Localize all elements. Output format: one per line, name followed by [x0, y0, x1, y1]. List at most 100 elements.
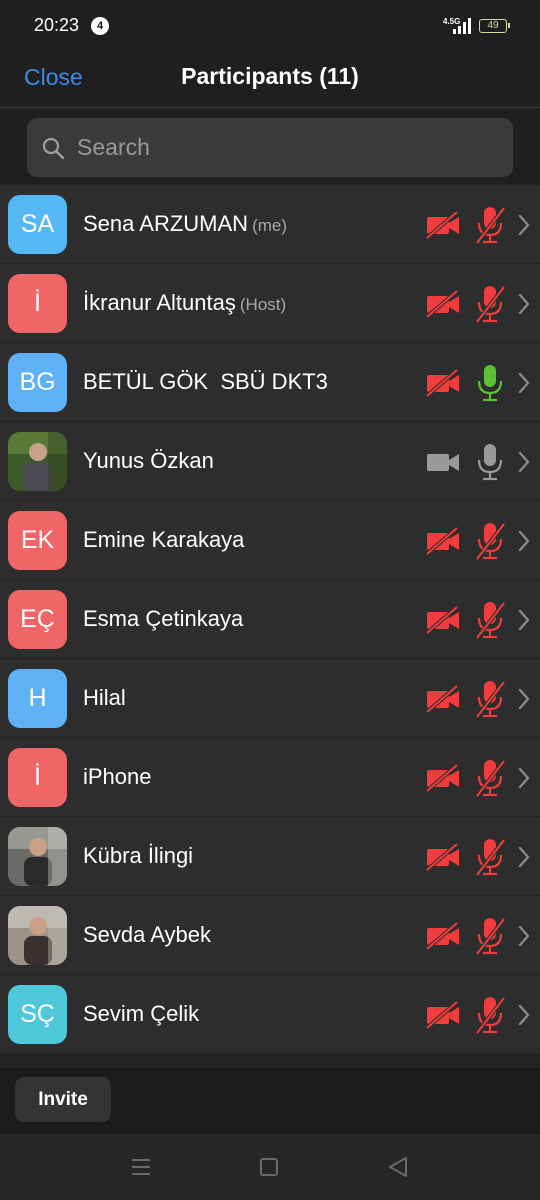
battery-icon: 49 [479, 19, 510, 33]
mic-off-icon[interactable] [474, 916, 506, 956]
participant-name: Kübra İlingi [83, 843, 193, 869]
participant-row[interactable]: İiPhone [0, 738, 540, 817]
recent-apps-icon[interactable] [131, 1158, 151, 1176]
video-off-icon[interactable] [425, 842, 461, 872]
status-time: 20:23 [34, 15, 80, 35]
video-off-icon[interactable] [425, 526, 461, 556]
participant-row[interactable]: EÇ Esma Çetinkaya [0, 580, 540, 659]
participant-name-text: Kübra İlingi [83, 843, 194, 868]
mic-off-icon[interactable] [474, 995, 506, 1035]
video-off-icon[interactable] [425, 605, 461, 635]
avatar-photo [8, 906, 67, 965]
participant-row[interactable]: EK Emine Karakaya [0, 501, 540, 580]
search-section [0, 108, 540, 184]
chevron-right-icon[interactable] [517, 845, 531, 869]
video-off-icon[interactable] [425, 210, 461, 240]
page-title: Participants (11) [181, 63, 359, 89]
chevron-right-icon[interactable] [517, 213, 531, 237]
avatar-photo [8, 827, 67, 886]
avatar: İ [8, 748, 67, 807]
search-box[interactable] [27, 118, 513, 177]
chevron-right-icon[interactable] [517, 450, 531, 474]
mic-off-icon[interactable] [474, 600, 506, 640]
participant-row[interactable]: Yunus Özkan [0, 422, 540, 501]
video-icon[interactable] [425, 447, 461, 477]
participant-role-tag: (me) [252, 216, 288, 235]
avatar: EK [8, 511, 67, 570]
invite-button[interactable]: Invite [15, 1077, 111, 1122]
footer: Invite [0, 1068, 540, 1134]
participant-name: Sevim Çelik [83, 1001, 199, 1027]
participant-name-text: Sevda Aybek [83, 922, 212, 947]
participant-name: Emine Karakaya [83, 527, 244, 553]
participant-name-text: İkranur Altuntaş [83, 290, 236, 315]
participant-name-text: Esma Çetinkaya [83, 606, 244, 631]
mic-icon[interactable] [474, 363, 506, 403]
participant-name-text: BETÜL GÖK SBÜ DKT3 [83, 369, 328, 394]
mic-off-icon[interactable] [474, 521, 506, 561]
participant-name: Sena ARZUMAN (me) [83, 211, 287, 237]
mic-off-icon[interactable] [474, 679, 506, 719]
video-off-icon[interactable] [425, 368, 461, 398]
system-nav-bar [0, 1134, 540, 1200]
participant-row[interactable]: İ İkranur Altuntaş (Host) [0, 264, 540, 343]
participant-row[interactable]: SÇ Sevim Çelik [0, 975, 540, 1054]
participant-name: Yunus Özkan [83, 448, 214, 474]
participant-name: BETÜL GÖK SBÜ DKT3 [83, 369, 328, 395]
home-icon[interactable] [260, 1158, 278, 1176]
participant-name-text: Sevim Çelik [83, 1001, 200, 1026]
participant-name: iPhone [83, 764, 152, 790]
mic-icon[interactable] [474, 442, 506, 482]
participant-name: Esma Çetinkaya [83, 606, 243, 632]
participant-name-text: Hilal [83, 685, 126, 710]
mic-off-icon[interactable] [474, 284, 506, 324]
chevron-right-icon[interactable] [517, 766, 531, 790]
status-bar: 20:23 4 4.5G 49 [0, 0, 540, 52]
back-icon[interactable] [387, 1156, 409, 1178]
video-off-icon[interactable] [425, 289, 461, 319]
video-off-icon[interactable] [425, 684, 461, 714]
participant-list: SA Sena ARZUMAN (me) İ İkranur Altuntaş (Host… [0, 185, 540, 1054]
participant-name-text: Sena ARZUMAN [83, 211, 249, 236]
header: Close Participants (11) [0, 52, 540, 108]
chevron-right-icon[interactable] [517, 1003, 531, 1027]
video-off-icon[interactable] [425, 921, 461, 951]
mic-off-icon[interactable] [474, 837, 506, 877]
participant-row[interactable]: BG BETÜL GÖK SBÜ DKT3 [0, 343, 540, 422]
participant-name-text: Yunus Özkan [83, 448, 214, 473]
avatar: BG [8, 353, 67, 412]
avatar: EÇ [8, 590, 67, 649]
avatar: SÇ [8, 985, 67, 1044]
mic-off-icon[interactable] [474, 758, 506, 798]
avatar: SA [8, 195, 67, 254]
avatar [8, 432, 67, 491]
avatar [8, 906, 67, 965]
participant-name: Sevda Aybek [83, 922, 211, 948]
chevron-right-icon[interactable] [517, 292, 531, 316]
video-off-icon[interactable] [425, 1000, 461, 1030]
participant-row[interactable]: H Hilal [0, 659, 540, 738]
participant-row[interactable]: SA Sena ARZUMAN (me) [0, 185, 540, 264]
participant-name: Hilal [83, 685, 126, 711]
participant-row[interactable]: Sevda Aybek [0, 896, 540, 975]
chevron-right-icon[interactable] [517, 608, 531, 632]
avatar: H [8, 669, 67, 728]
participant-name-text: iPhone [83, 764, 152, 789]
mic-off-icon[interactable] [474, 205, 506, 245]
chevron-right-icon[interactable] [517, 924, 531, 948]
participant-role-tag: (Host) [239, 295, 287, 314]
chevron-right-icon[interactable] [517, 529, 531, 553]
avatar [8, 827, 67, 886]
search-input[interactable] [77, 118, 497, 177]
chevron-right-icon[interactable] [517, 371, 531, 395]
avatar: İ [8, 274, 67, 333]
notification-badge: 4 [91, 17, 109, 35]
search-icon [42, 137, 65, 160]
video-off-icon[interactable] [425, 763, 461, 793]
participant-name-text: Emine Karakaya [83, 527, 245, 552]
signal-icon [453, 18, 471, 34]
chevron-right-icon[interactable] [517, 687, 531, 711]
participant-row[interactable]: Kübra İlingi [0, 817, 540, 896]
participant-name: İkranur Altuntaş (Host) [83, 290, 286, 316]
avatar-photo [8, 432, 67, 491]
